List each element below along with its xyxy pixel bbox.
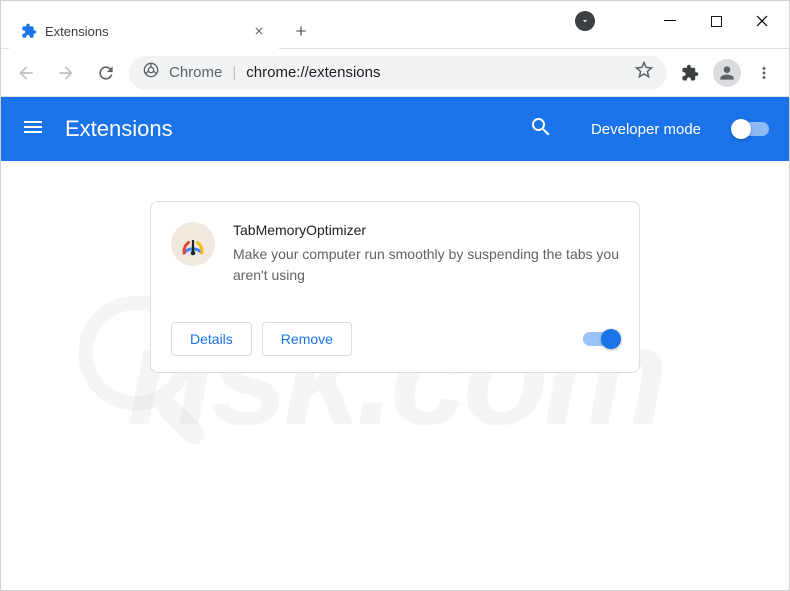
extension-app-icon	[171, 222, 215, 266]
developer-mode-toggle[interactable]	[733, 122, 769, 136]
remove-button[interactable]: Remove	[262, 322, 352, 356]
account-badge-icon[interactable]	[575, 11, 595, 31]
omnibox-separator: |	[232, 64, 236, 81]
search-icon[interactable]	[529, 115, 553, 144]
page-title: Extensions	[65, 116, 509, 142]
address-bar[interactable]: Chrome | chrome://extensions	[129, 56, 667, 90]
window-controls	[647, 1, 785, 41]
minimize-button[interactable]	[647, 1, 693, 41]
window-titlebar: Extensions	[1, 1, 789, 49]
browser-toolbar: Chrome | chrome://extensions	[1, 49, 789, 97]
back-button[interactable]	[9, 56, 43, 90]
toggle-knob	[731, 119, 751, 139]
tab-strip: Extensions	[1, 1, 575, 49]
close-window-button[interactable]	[739, 1, 785, 41]
titlebar-right	[575, 1, 789, 41]
extensions-page-header: Extensions Developer mode	[1, 97, 789, 161]
chrome-icon	[143, 62, 159, 83]
extension-enable-toggle[interactable]	[583, 332, 619, 346]
maximize-button[interactable]	[693, 1, 739, 41]
page-content: risk.com TabMemoryOptimizer Make your co…	[1, 161, 789, 590]
extension-name: TabMemoryOptimizer	[233, 222, 619, 238]
extensions-puzzle-icon[interactable]	[673, 56, 707, 90]
omnibox-scheme: Chrome	[169, 64, 222, 81]
omnibox-url: chrome://extensions	[246, 64, 625, 81]
browser-tab[interactable]: Extensions	[9, 13, 279, 49]
bookmark-star-icon[interactable]	[635, 61, 653, 84]
new-tab-button[interactable]	[287, 17, 315, 45]
details-button[interactable]: Details	[171, 322, 252, 356]
extension-description: Make your computer run smoothly by suspe…	[233, 244, 619, 286]
toggle-knob	[601, 329, 621, 349]
close-tab-icon[interactable]	[251, 23, 267, 39]
puzzle-icon	[21, 23, 37, 39]
tab-title: Extensions	[45, 24, 243, 39]
menu-icon[interactable]	[21, 115, 45, 144]
browser-menu-icon[interactable]	[747, 56, 781, 90]
forward-button[interactable]	[49, 56, 83, 90]
developer-mode-label: Developer mode	[591, 121, 701, 138]
extension-card: TabMemoryOptimizer Make your computer ru…	[150, 201, 640, 373]
profile-avatar-button[interactable]	[713, 59, 741, 87]
reload-button[interactable]	[89, 56, 123, 90]
